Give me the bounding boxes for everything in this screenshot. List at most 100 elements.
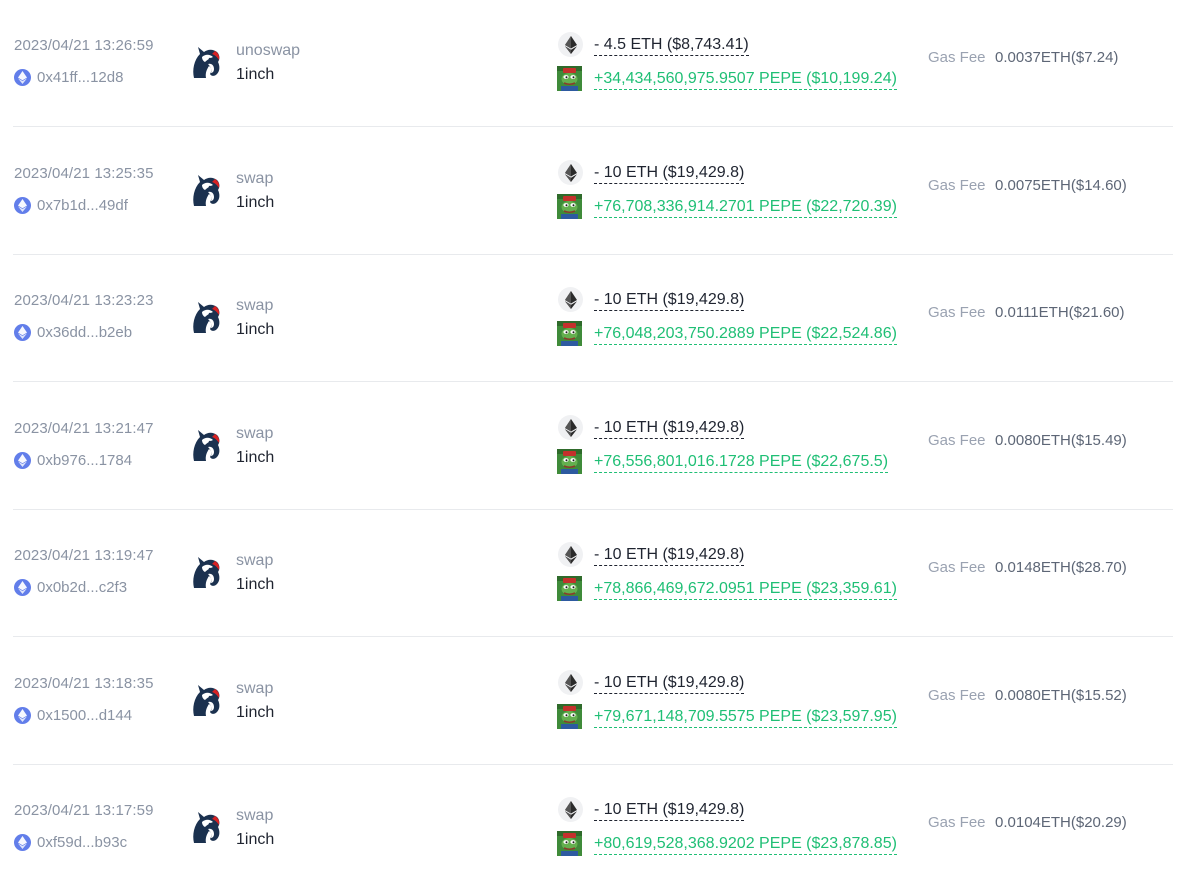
pepe-token-icon xyxy=(557,194,582,219)
ethereum-chain-icon xyxy=(14,833,31,851)
pepe-token-icon xyxy=(557,321,582,346)
token-out-amount[interactable]: - 10 ETH ($19,429.8) xyxy=(594,674,745,694)
gas-fee-value: 0.0148ETH($28.70) xyxy=(995,559,1127,576)
gas-fee-label: Gas Fee xyxy=(928,814,986,831)
pepe-token-icon xyxy=(557,704,582,729)
token-in-amount[interactable]: +76,048,203,750.2889 PEPE ($22,524.86) xyxy=(594,325,897,345)
gas-fee-value: 0.0075ETH($14.60) xyxy=(995,177,1127,194)
ethereum-chain-icon xyxy=(14,706,31,724)
tx-address-text: 0x41ff...12d8 xyxy=(37,68,124,86)
row-divider xyxy=(13,126,1173,127)
tx-method: swap xyxy=(236,807,274,824)
eth-token-icon xyxy=(558,797,583,822)
1inch-unicorn-icon xyxy=(193,430,220,461)
token-in-amount[interactable]: +79,671,148,709.5575 PEPE ($23,597.95) xyxy=(594,708,897,728)
token-out-amount[interactable]: - 10 ETH ($19,429.8) xyxy=(594,291,745,311)
row-divider xyxy=(13,381,1173,382)
tx-time: 2023/04/21 13:23:23 xyxy=(14,292,154,309)
eth-token-icon xyxy=(558,670,583,695)
tx-protocol: 1inch xyxy=(236,704,275,721)
tx-address-text: 0xf59d...b93c xyxy=(37,833,128,851)
tx-address-text: 0x7b1d...49df xyxy=(37,196,128,214)
tx-protocol: 1inch xyxy=(236,831,275,848)
gas-fee-label: Gas Fee xyxy=(928,559,986,576)
tx-address-link[interactable]: 0xf59d...b93c xyxy=(14,832,127,852)
tx-address-link[interactable]: 0x1500...d144 xyxy=(14,705,132,725)
gas-fee-value: 0.0080ETH($15.52) xyxy=(995,687,1127,704)
pepe-token-icon xyxy=(557,449,582,474)
transaction-row: 2023/04/21 13:25:35 0x7b1d...49df swap 1… xyxy=(0,128,1200,255)
token-out-amount[interactable]: - 10 ETH ($19,429.8) xyxy=(594,546,745,566)
tx-protocol: 1inch xyxy=(236,66,275,83)
transaction-row: 2023/04/21 13:23:23 0x36dd...b2eb swap 1… xyxy=(0,255,1200,382)
eth-token-icon xyxy=(558,32,583,57)
tx-address-text: 0x36dd...b2eb xyxy=(37,323,133,341)
tx-protocol: 1inch xyxy=(236,576,275,593)
tx-address-link[interactable]: 0x0b2d...c2f3 xyxy=(14,577,127,597)
tx-time: 2023/04/21 13:18:35 xyxy=(14,675,154,692)
token-out-amount[interactable]: - 4.5 ETH ($8,743.41) xyxy=(594,36,749,56)
transaction-row: 2023/04/21 13:26:59 0x41ff...12d8 unoswa… xyxy=(0,0,1200,127)
ethereum-chain-icon xyxy=(14,196,31,214)
gas-fee-value: 0.0080ETH($15.49) xyxy=(995,432,1127,449)
transaction-row: 2023/04/21 13:21:47 0xb976...1784 swap 1… xyxy=(0,383,1200,510)
gas-fee-value: 0.0037ETH($7.24) xyxy=(995,49,1119,66)
1inch-unicorn-icon xyxy=(193,47,220,78)
gas-fee-label: Gas Fee xyxy=(928,177,986,194)
ethereum-chain-icon xyxy=(14,68,31,86)
1inch-unicorn-icon xyxy=(193,812,220,843)
tx-address-link[interactable]: 0x41ff...12d8 xyxy=(14,67,123,87)
tx-time: 2023/04/21 13:21:47 xyxy=(14,420,154,437)
1inch-unicorn-icon xyxy=(193,175,220,206)
token-out-amount[interactable]: - 10 ETH ($19,429.8) xyxy=(594,164,745,184)
gas-fee-label: Gas Fee xyxy=(928,304,986,321)
tx-time: 2023/04/21 13:17:59 xyxy=(14,802,154,819)
pepe-token-icon xyxy=(557,66,582,91)
1inch-unicorn-icon xyxy=(193,685,220,716)
tx-address-text: 0xb976...1784 xyxy=(37,451,133,469)
tx-method: swap xyxy=(236,170,274,187)
tx-protocol: 1inch xyxy=(236,321,275,338)
gas-fee-label: Gas Fee xyxy=(928,687,986,704)
ethereum-chain-icon xyxy=(14,451,31,469)
eth-token-icon xyxy=(558,160,583,185)
tx-method: swap xyxy=(236,680,274,697)
ethereum-chain-icon xyxy=(14,578,31,596)
transaction-list: 2023/04/21 13:26:59 0x41ff...12d8 unoswa… xyxy=(0,0,1200,877)
gas-fee-label: Gas Fee xyxy=(928,49,986,66)
eth-token-icon xyxy=(558,542,583,567)
ethereum-chain-icon xyxy=(14,323,31,341)
token-in-amount[interactable]: +34,434,560,975.9507 PEPE ($10,199.24) xyxy=(594,70,897,90)
pepe-token-icon xyxy=(557,831,582,856)
tx-address-text: 0x0b2d...c2f3 xyxy=(37,578,128,596)
tx-method: swap xyxy=(236,552,274,569)
row-divider xyxy=(13,636,1173,637)
tx-address-link[interactable]: 0x7b1d...49df xyxy=(14,195,128,215)
gas-fee-label: Gas Fee xyxy=(928,432,986,449)
token-out-amount[interactable]: - 10 ETH ($19,429.8) xyxy=(594,801,745,821)
token-in-amount[interactable]: +76,556,801,016.1728 PEPE ($22,675.5) xyxy=(594,453,889,473)
tx-address-link[interactable]: 0x36dd...b2eb xyxy=(14,322,132,342)
gas-fee-value: 0.0104ETH($20.29) xyxy=(995,814,1127,831)
tx-address-text: 0x1500...d144 xyxy=(37,706,133,724)
tx-protocol: 1inch xyxy=(236,194,275,211)
tx-time: 2023/04/21 13:25:35 xyxy=(14,165,154,182)
token-in-amount[interactable]: +80,619,528,368.9202 PEPE ($23,878.85) xyxy=(594,835,897,855)
tx-method: unoswap xyxy=(236,42,301,59)
tx-address-link[interactable]: 0xb976...1784 xyxy=(14,450,132,470)
1inch-unicorn-icon xyxy=(193,557,220,588)
tx-time: 2023/04/21 13:19:47 xyxy=(14,547,154,564)
1inch-unicorn-icon xyxy=(193,302,220,333)
token-in-amount[interactable]: +76,708,336,914.2701 PEPE ($22,720.39) xyxy=(594,198,897,218)
tx-method: swap xyxy=(236,297,274,314)
token-in-amount[interactable]: +78,866,469,672.0951 PEPE ($23,359.61) xyxy=(594,580,897,600)
pepe-token-icon xyxy=(557,576,582,601)
eth-token-icon xyxy=(558,415,583,440)
eth-token-icon xyxy=(558,287,583,312)
tx-protocol: 1inch xyxy=(236,449,275,466)
transaction-row: 2023/04/21 13:19:47 0x0b2d...c2f3 swap 1… xyxy=(0,510,1200,637)
token-out-amount[interactable]: - 10 ETH ($19,429.8) xyxy=(594,419,745,439)
transaction-row: 2023/04/21 13:18:35 0x1500...d144 swap 1… xyxy=(0,638,1200,765)
tx-time: 2023/04/21 13:26:59 xyxy=(14,37,154,54)
tx-method: swap xyxy=(236,425,274,442)
